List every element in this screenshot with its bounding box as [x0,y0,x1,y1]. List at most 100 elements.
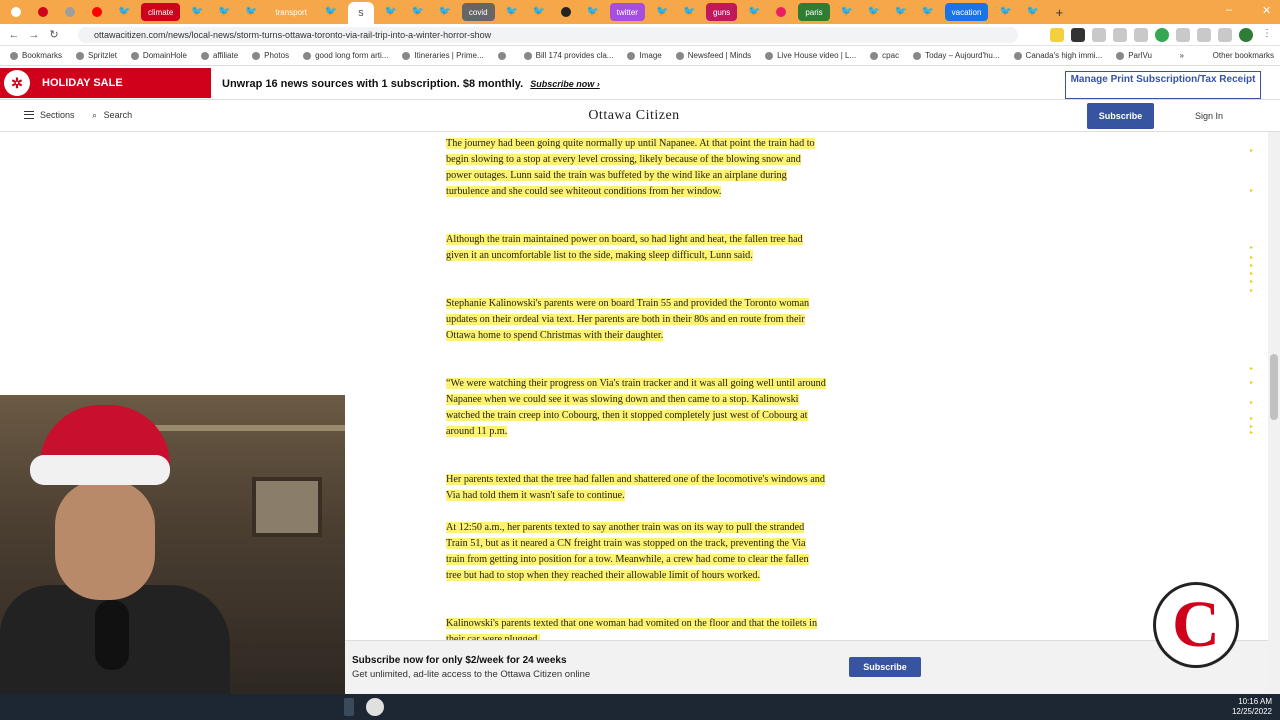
find-marker: ▸ [1250,430,1254,436]
masthead-logo[interactable]: Ottawa Citizen [540,108,728,124]
bookmark-item[interactable]: Image [627,51,662,60]
extension-icon[interactable] [1155,28,1169,42]
system-clock[interactable]: 10:16 AM 12/25/2022 [1232,697,1272,717]
bookmark-item[interactable]: Live House video | L... [765,51,856,60]
sidebar-icon[interactable] [1218,28,1232,42]
active-tab[interactable]: S [347,2,374,24]
menu-icon[interactable]: ⋮ [1260,28,1274,42]
favicon-icon [65,7,75,17]
site-tab[interactable] [33,3,53,21]
twitter-tab[interactable]: 🐦 [864,3,884,21]
bookmark-item[interactable]: ParlVu [1116,51,1152,60]
tab-group-vacation[interactable]: vacation [944,3,989,21]
twitter-tab[interactable]: 🐦 [502,3,522,21]
sign-in-link[interactable]: Sign In [1195,111,1223,121]
back-icon[interactable]: ← [4,29,24,41]
twitter-tab[interactable]: 🐦 [744,3,764,21]
bookmark-item[interactable]: Itineraries | Prime... [402,51,484,60]
bookmark-item[interactable]: cpac [870,51,899,60]
tab-group-twitter[interactable]: twitter [609,3,645,21]
manage-subscription-button[interactable]: Manage Print Subscription/Tax Receipt [1065,71,1261,99]
tab-group-paris[interactable]: paris [798,3,830,21]
new-tab-button[interactable]: + [1049,3,1069,21]
search-button[interactable]: ⌕ Search [92,110,132,121]
bookmark-item[interactable]: Newsfeed | Minds [675,51,751,60]
twitter-tab[interactable]: 🐦 [529,3,549,21]
minimize-icon[interactable]: – [1226,4,1232,16]
reading-list-icon[interactable] [1197,28,1211,42]
bookmark-favicon-icon [130,51,139,60]
footer-subscribe-button[interactable]: Subscribe [849,657,921,677]
twitter-tab[interactable]: 🐦 [679,3,699,21]
twitter-tab[interactable]: 🐦 [187,3,207,21]
twitter-bird-icon: 🐦 [191,6,204,17]
extension-icon[interactable] [1134,28,1148,42]
bookmarks-overflow-button[interactable]: » [1180,51,1184,60]
site-tab[interactable] [87,3,107,21]
twitter-tab[interactable]: 🐦 [1022,3,1042,21]
bookmark-item[interactable]: affiliate [200,51,238,60]
bookmark-item[interactable]: Today – Aujourd'hu... [913,51,1000,60]
twitter-tab[interactable]: 🐦 [652,3,672,21]
extension-icon[interactable] [1113,28,1127,42]
twitter-tab[interactable]: 🐦 [321,3,341,21]
site-tab[interactable] [6,3,26,21]
site-tab[interactable] [771,3,791,21]
twitter-tab[interactable]: 🐦 [891,3,911,21]
reload-icon[interactable]: ↻ [44,28,64,41]
url-bar[interactable]: ottawacitizen.com/news/local-news/storm-… [78,27,1018,43]
bookmark-item[interactable]: Canada's high immi... [1013,51,1102,60]
bookmark-label: Image [639,51,662,60]
subscribe-now-link[interactable]: Subscribe now › [530,79,600,89]
find-marker: ▸ [1250,288,1254,294]
citizen-c-badge[interactable]: C [1153,582,1239,668]
bookmark-item[interactable]: DomainHole [130,51,187,60]
taskbar-app-icon[interactable] [344,698,354,716]
twitter-tab[interactable]: 🐦 [995,3,1015,21]
tab-group-transport[interactable]: transport [268,3,314,21]
twitter-bird-icon: 🐦 [245,6,258,17]
chrome-taskbar-icon[interactable] [366,698,384,716]
twitter-tab[interactable]: 🐦 [918,3,938,21]
bookmark-item[interactable]: Bill 174 provides cla... [523,51,613,60]
bookmark-favicon-icon [76,51,85,60]
close-window-icon[interactable]: ✕ [1262,4,1271,17]
scrollbar-thumb[interactable] [1270,354,1278,420]
extension-icon[interactable] [1050,28,1064,42]
bookmark-item[interactable]: good long form arti... [303,51,388,60]
twitter-tab[interactable]: 🐦 [114,3,134,21]
twitter-bird-icon: 🐦 [438,6,452,17]
find-marker: ▸ [1250,245,1254,251]
extension-icon[interactable] [1092,28,1106,42]
page-scrollbar[interactable] [1268,132,1280,694]
twitter-tab[interactable]: 🐦 [408,3,428,21]
twitter-tab[interactable]: 🐦 [214,3,234,21]
twitter-tab[interactable]: 🐦 [837,3,857,21]
sections-menu-button[interactable]: Sections [24,110,75,120]
twitter-bird-icon: 🐦 [999,6,1012,17]
forward-icon[interactable]: → [24,29,44,41]
twitter-tab[interactable]: 🐦 [435,3,455,21]
bookmark-item[interactable]: Bookmarks [10,51,62,60]
profile-icon[interactable] [1239,28,1253,42]
twitter-bird-icon: 🐦 [505,6,519,17]
bookmark-item[interactable]: Spritzlet [76,51,117,60]
tab-group-guns[interactable]: guns [705,3,738,21]
bookmark-item[interactable] [497,51,510,60]
twitter-tab[interactable]: 🐦 [583,3,603,21]
extension-icon[interactable] [1071,28,1085,42]
other-bookmarks-folder[interactable]: Other bookmarks [1213,51,1274,60]
article-paragraph: “We were watching their progress on Via'… [446,378,826,437]
twitter-tab[interactable]: 🐦 [381,3,401,21]
find-marker: ▸ [1250,279,1254,285]
site-tab[interactable] [60,3,80,21]
holiday-sale-banner[interactable]: ✲ HOLIDAY SALE [0,68,211,98]
twitter-tab[interactable]: 🐦 [241,3,261,21]
bookmark-item[interactable]: Photos [252,51,289,60]
puzzle-icon[interactable] [1176,28,1190,42]
twitter-bird-icon: 🐦 [1026,6,1039,17]
tab-group-covid[interactable]: covid [461,3,495,21]
subscribe-button[interactable]: Subscribe [1087,103,1154,129]
site-tab[interactable] [556,3,576,21]
tab-group-climate[interactable]: climate [141,3,181,21]
